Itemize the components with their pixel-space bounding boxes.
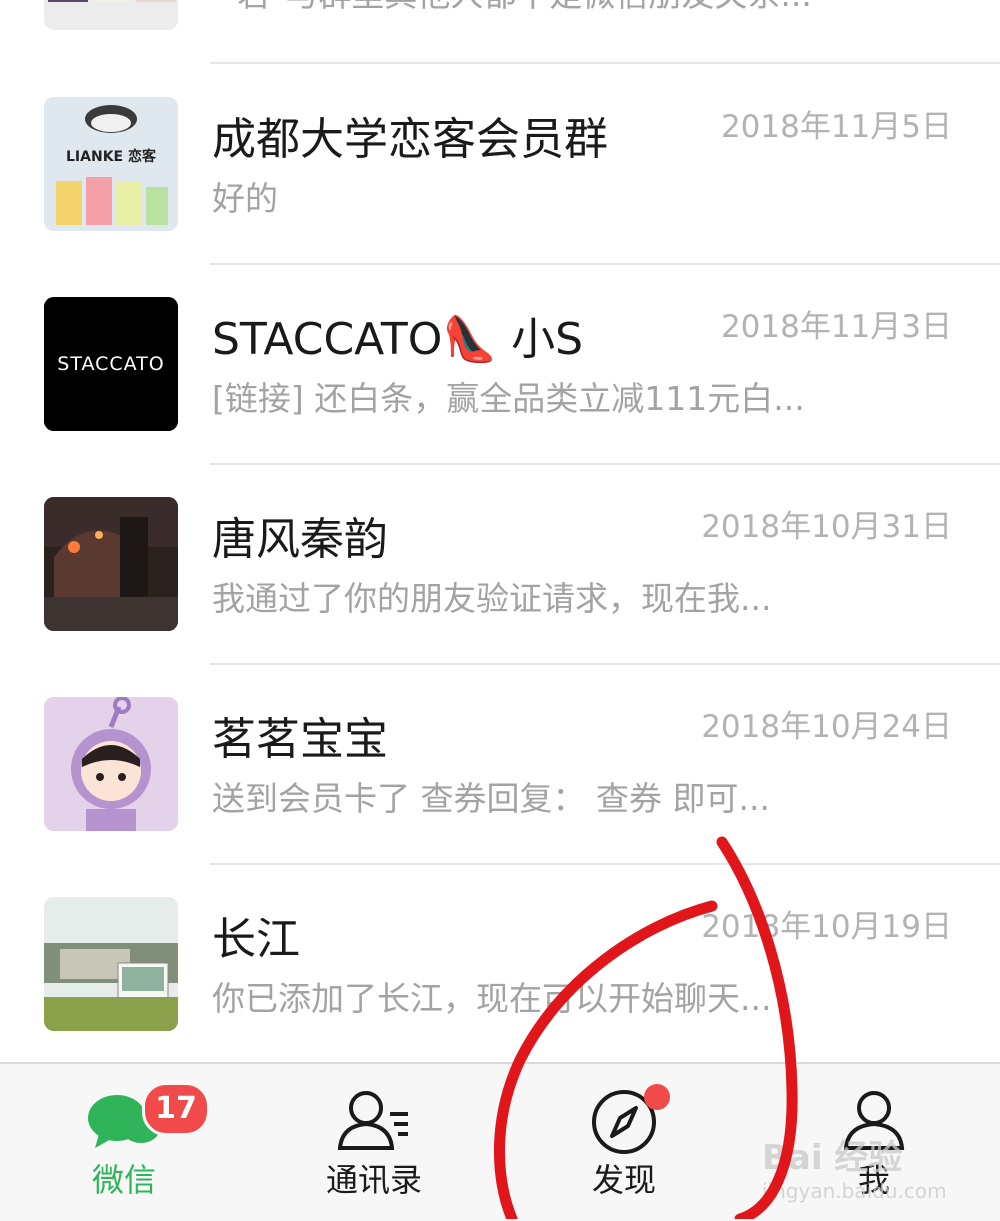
- person-icon: [842, 1088, 906, 1156]
- tab-label: 我: [857, 1161, 890, 1199]
- staccato-logo-image: STACCATO: [44, 297, 178, 431]
- avatar-tile: [136, 0, 176, 2]
- chat-row[interactable]: 唐风秦韵 我通过了你的朋友验证请求，现在我... 2018年10月31日: [0, 464, 1000, 664]
- chat-name: STACCATO👠 小S: [212, 314, 584, 365]
- chat-preview: 你已添加了长江，现在可以开始聊天...: [212, 979, 772, 1018]
- cartoon-girl-image: [44, 697, 178, 831]
- tab-label: 微信: [91, 1161, 156, 1199]
- lianke-logo-image: LIANKE 恋客: [44, 97, 178, 231]
- tab-label: 发现: [591, 1161, 656, 1199]
- chat-time: 2018年10月24日: [701, 709, 952, 745]
- chat-row[interactable]: "若"与群里其他人都不是微信朋友关系...: [0, 0, 1000, 60]
- tab-contacts[interactable]: 通讯录: [274, 1064, 474, 1221]
- night-scene-image: [44, 497, 178, 631]
- chat-avatar: [44, 697, 178, 831]
- avatar-text: LIANKE 恋客: [66, 148, 157, 165]
- chat-row[interactable]: STACCATO STACCATO👠 小S [链接] 还白条，赢全品类立减111…: [0, 264, 1000, 464]
- chat-name: 茗茗宝宝: [212, 714, 388, 765]
- chat-list: "若"与群里其他人都不是微信朋友关系... LIANKE 恋客 成都大学恋客会员…: [0, 0, 1000, 1062]
- notification-dot: [644, 1084, 670, 1110]
- chat-time: 2018年10月31日: [701, 509, 952, 545]
- chat-name: 成都大学恋客会员群: [212, 114, 608, 165]
- chat-row[interactable]: 长江 你已添加了长江，现在可以开始聊天... 2018年10月19日: [0, 864, 1000, 1062]
- unread-badge: 17: [142, 1082, 210, 1136]
- chat-avatar: LIANKE 恋客: [44, 97, 178, 231]
- bottom-tab-bar: 17 微信 通讯录 发现 我: [0, 1062, 1000, 1221]
- tab-label: 通讯录: [325, 1161, 422, 1199]
- chat-avatar: [44, 897, 178, 1031]
- campus-photo-image: [44, 897, 178, 1031]
- tab-me[interactable]: 我: [774, 1064, 974, 1221]
- chat-preview: 好的: [212, 179, 278, 218]
- tab-chats[interactable]: 17 微信: [24, 1064, 224, 1221]
- chat-time: 2018年11月5日: [720, 109, 952, 145]
- chat-avatar: [44, 0, 178, 30]
- chat-row[interactable]: LIANKE 恋客 成都大学恋客会员群 好的 2018年11月5日: [0, 64, 1000, 264]
- chat-avatar: [44, 497, 178, 631]
- contacts-icon: [336, 1088, 412, 1156]
- chat-preview: 送到会员卡了 查券回复： 查券 即可...: [212, 779, 770, 818]
- chat-preview: [链接] 还白条，赢全品类立减111元白...: [212, 379, 805, 418]
- chat-avatar: STACCATO: [44, 297, 178, 431]
- chat-row[interactable]: 茗茗宝宝 送到会员卡了 查券回复： 查券 即可... 2018年10月24日: [0, 664, 1000, 864]
- chat-preview: 我通过了你的朋友验证请求，现在我...: [212, 579, 772, 618]
- avatar-tile: [48, 0, 88, 2]
- chat-name: 长江: [212, 914, 300, 965]
- chat-preview: "若"与群里其他人都不是微信朋友关系...: [222, 0, 812, 11]
- avatar-tile: [92, 0, 132, 2]
- avatar-text: STACCATO: [57, 353, 164, 375]
- chat-time: 2018年10月19日: [701, 909, 952, 945]
- chat-time: 2018年11月3日: [720, 309, 952, 345]
- chat-name: 唐风秦韵: [212, 514, 388, 565]
- tab-discover[interactable]: 发现: [524, 1064, 724, 1221]
